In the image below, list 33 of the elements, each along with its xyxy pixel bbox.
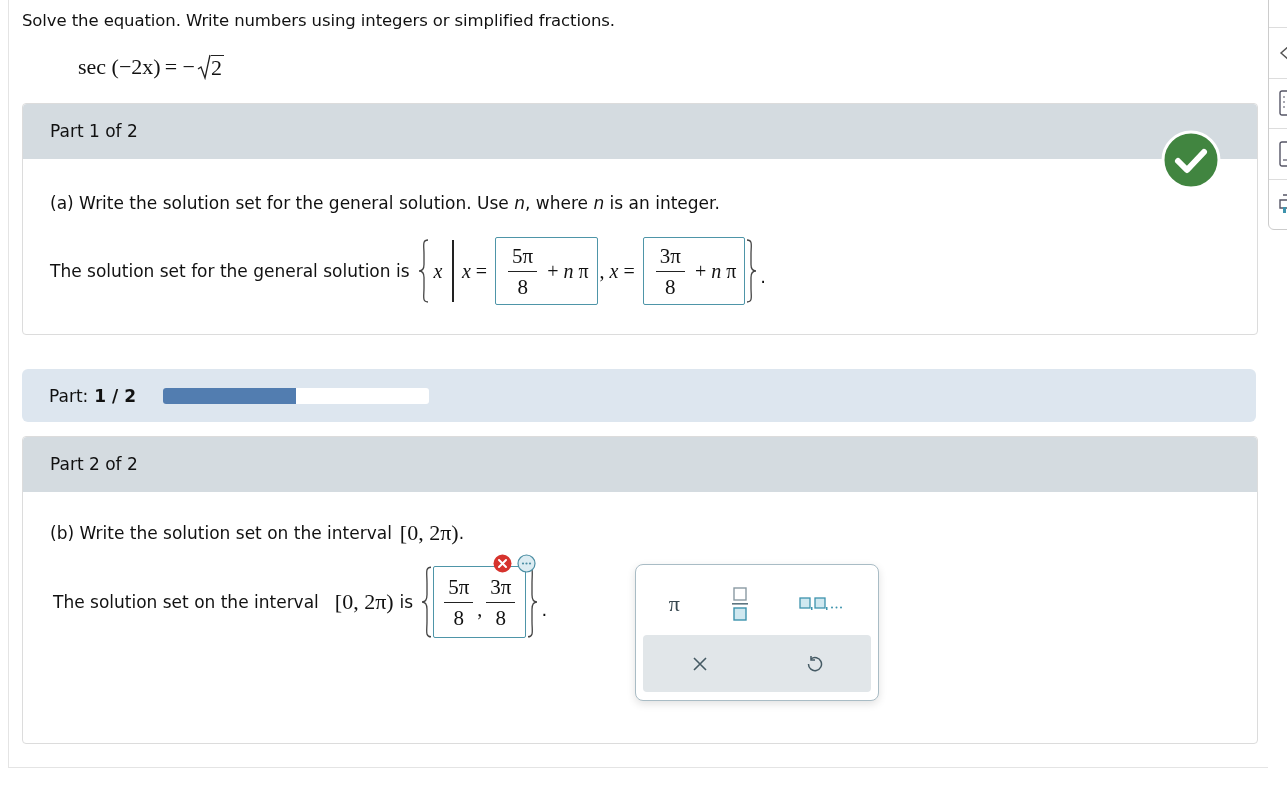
fraction: 5π 8 bbox=[444, 573, 474, 631]
period: . bbox=[458, 522, 465, 544]
period: . bbox=[760, 266, 766, 287]
question-prompt: (b) Write the solution set on the interval bbox=[50, 522, 392, 544]
pi-key[interactable]: π bbox=[662, 588, 686, 619]
radical-sign bbox=[197, 54, 211, 80]
period: . bbox=[541, 599, 548, 620]
left-brace bbox=[421, 566, 434, 638]
part-header: Part 1 of 2 bbox=[23, 104, 1257, 159]
right-brace bbox=[745, 239, 758, 303]
fraction: 3π 8 bbox=[655, 242, 685, 300]
progress-value: 1 / 2 bbox=[94, 385, 136, 406]
chevron-left-icon[interactable] bbox=[1279, 44, 1287, 61]
interval-expression: [0, 2π) bbox=[334, 589, 394, 615]
answer-label: is bbox=[399, 592, 414, 612]
left-brace bbox=[417, 239, 430, 303]
equation: sec (−2x) = − 2 bbox=[78, 53, 225, 80]
question-prompt: (a) Write the solution set for the general solution. Use n, where n is an integer. bbox=[50, 192, 721, 214]
set-variable: x bbox=[433, 259, 443, 283]
fraction: 3π 8 bbox=[486, 573, 516, 631]
equation-prefix: , x = bbox=[599, 259, 635, 283]
equation-prefix: x = bbox=[461, 259, 488, 283]
printer-icon[interactable] bbox=[1279, 194, 1287, 215]
fraction-icon bbox=[731, 586, 748, 621]
instructions: Solve the equation. Write numbers using integers or simplified fractions. bbox=[22, 10, 616, 32]
close-icon bbox=[691, 655, 708, 672]
answer-label: The solution set on the interval bbox=[53, 592, 319, 612]
fraction: 5π 8 bbox=[508, 242, 538, 300]
interval-expression: [0, 2π) bbox=[399, 522, 459, 544]
part-header: Part 2 of 2 bbox=[23, 437, 1257, 492]
progress-label: Part: bbox=[49, 385, 89, 406]
more-icon[interactable] bbox=[517, 554, 537, 573]
answer-label: The solution set for the general solution is bbox=[50, 261, 410, 281]
